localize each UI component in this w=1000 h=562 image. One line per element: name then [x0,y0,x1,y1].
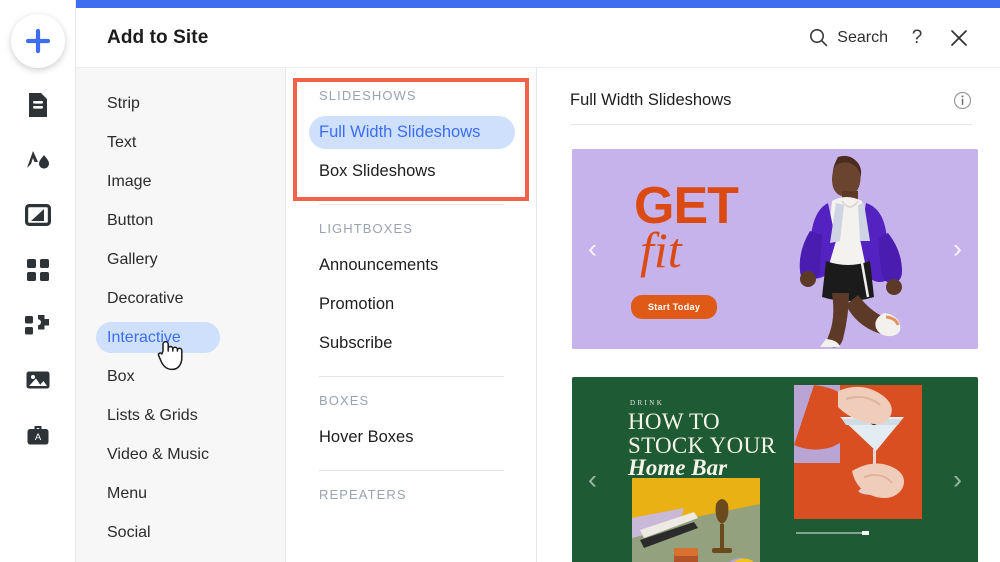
category-item-box[interactable]: Box [76,357,285,396]
subitem-subscribe[interactable]: Subscribe [287,324,536,363]
info-icon[interactable] [953,91,972,110]
preview-title: Full Width Slideshows [570,91,732,109]
apps-icon[interactable] [23,255,53,285]
add-elements-icon[interactable] [23,200,53,230]
question-mark-icon: ? [911,26,923,48]
subcategory-list: SLIDESHOWS Full Width Slideshows Box Sli… [287,68,537,562]
category-item-lists-grids[interactable]: Lists & Grids [76,396,285,435]
subitem-hover-boxes[interactable]: Hover Boxes [287,418,536,457]
subitem-label: Subscribe [319,334,393,352]
category-label: Interactive [107,328,181,346]
category-label: Social [107,523,151,541]
category-label: Decorative [107,289,184,307]
slide-prev-arrow[interactable]: ‹ [588,466,597,493]
subitem-label: Hover Boxes [319,428,414,446]
slideshow-card-get-fit[interactable]: GET fit Start Today ‹ › [572,149,978,349]
section-divider [319,376,504,377]
panel-header: Add to Site Search ? [76,8,1000,68]
section-heading-lightboxes: LIGHTBOXES [319,221,414,236]
category-label: Gallery [107,250,158,268]
preview-pane: Full Width Slideshows GET fit Start Toda… [538,68,1000,562]
add-to-site-panel: A Add to Site Search ? Strip Text Image … [0,0,1000,562]
slide-next-arrow[interactable]: › [953,466,962,493]
category-item-button[interactable]: Button [76,201,285,240]
subitem-label: Promotion [319,295,395,313]
subitem-promotion[interactable]: Promotion [287,285,536,324]
headline-line-2: STOCK YOUR [628,432,777,458]
section-heading-repeaters: REPEATERS [319,487,407,502]
slide-next-arrow[interactable]: › [953,235,962,263]
accent-bar [76,0,1000,8]
preview-header: Full Width Slideshows [570,91,972,125]
pages-icon[interactable] [23,90,53,120]
help-button[interactable]: ? [896,18,938,58]
subitem-label: Full Width Slideshows [319,123,481,141]
page-title: Add to Site [107,26,209,48]
search-icon [810,29,828,47]
section-heading-boxes: BOXES [319,393,370,408]
category-item-social[interactable]: Social [76,513,285,552]
subitem-box-slideshows[interactable]: Box Slideshows [287,152,536,191]
category-list: Strip Text Image Button Gallery Decorati… [76,68,286,562]
rail-icon-list: A [23,90,53,450]
add-button[interactable] [10,14,65,68]
plus-icon [25,28,50,54]
svg-text:A: A [34,432,41,443]
category-label: Strip [107,94,140,112]
subitem-label: Box Slideshows [319,162,436,180]
category-item-menu[interactable]: Menu [76,474,285,513]
slide-home-bar: DRINK HOW TO STOCK YOUR Home Bar ‹ › [572,377,978,562]
slide-headline-line1: HOW TO STOCK YOUR [628,410,776,457]
header-actions: Search ? [801,18,980,58]
subitem-announcements[interactable]: Announcements [287,246,536,285]
subitem-full-width-slideshows[interactable]: Full Width Slideshows [287,113,536,152]
category-item-strip[interactable]: Strip [76,84,285,123]
slide-headline-bottom: fit [640,222,682,278]
category-label: Video & Music [107,445,209,463]
category-label: Lists & Grids [107,406,198,424]
add-apps-icon[interactable] [23,310,53,340]
search-label: Search [837,28,888,46]
business-icon[interactable]: A [23,420,53,450]
category-label: Box [107,367,135,385]
category-item-interactive[interactable]: Interactive [76,318,285,357]
search-button[interactable]: Search [801,22,896,53]
section-divider [319,470,504,471]
category-item-gallery[interactable]: Gallery [76,240,285,279]
runner-photo [799,155,902,348]
home-bar-photo-right [794,385,922,519]
close-icon [951,29,967,46]
media-icon[interactable] [23,365,53,395]
slide-get-fit: GET fit Start Today ‹ › [572,149,978,349]
slide-kicker: DRINK [630,399,665,407]
category-label: Menu [107,484,148,502]
section-divider [319,204,504,205]
subitem-label: Announcements [319,256,439,274]
slide-progress-bar[interactable] [796,531,869,535]
home-bar-photo-left [632,478,760,562]
category-item-image[interactable]: Image [76,162,285,201]
design-icon[interactable] [23,145,53,175]
close-button[interactable] [938,18,980,58]
editor-left-rail: A [0,0,76,562]
slide-cta-button[interactable]: Start Today [631,295,718,319]
section-heading-slideshows: SLIDESHOWS [319,88,417,103]
category-item-video-music[interactable]: Video & Music [76,435,285,474]
category-item-text[interactable]: Text [76,123,285,162]
slide-prev-arrow[interactable]: ‹ [588,235,597,263]
slideshow-card-home-bar[interactable]: DRINK HOW TO STOCK YOUR Home Bar ‹ › [572,377,978,562]
headline-line-1: HOW TO [628,409,720,434]
category-label: Image [107,172,152,190]
category-label: Text [107,133,137,151]
category-label: Button [107,211,154,229]
category-item-decorative[interactable]: Decorative [76,279,285,318]
